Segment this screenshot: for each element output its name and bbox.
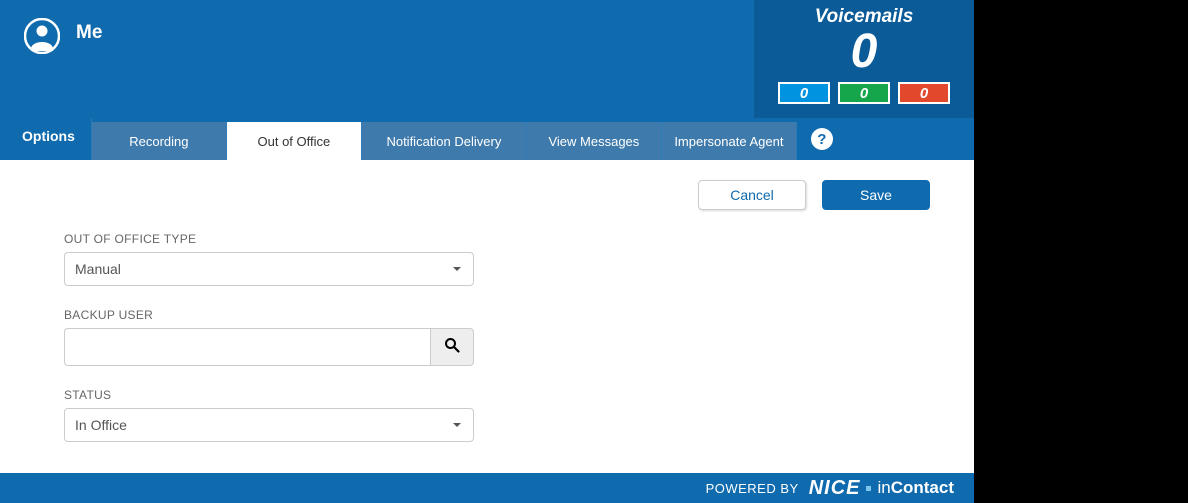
search-icon [444, 337, 460, 358]
brand-separator-icon [866, 486, 871, 491]
save-button[interactable]: Save [822, 180, 930, 210]
tab-recording[interactable]: Recording [92, 122, 227, 160]
voicemail-badge-green[interactable]: 0 [838, 82, 890, 104]
options-label: Options [22, 118, 75, 144]
voicemails-panel: Voicemails 0 0 0 0 [754, 0, 974, 118]
status-select[interactable]: In Office [64, 408, 474, 442]
backup-user-search-button[interactable] [430, 328, 474, 366]
cancel-button[interactable]: Cancel [698, 180, 806, 210]
ooo-type-label: OUT OF OFFICE TYPE [64, 232, 930, 246]
tab-out-of-office[interactable]: Out of Office [227, 122, 362, 160]
brand-nice: NICE [809, 477, 861, 500]
powered-by-label: POWERED BY [706, 481, 799, 496]
options-tabbar: Options Recording Out of Office Notifica… [0, 118, 974, 160]
voicemails-count: 0 [754, 28, 974, 76]
tab-impersonate-agent[interactable]: Impersonate Agent [662, 122, 797, 160]
tab-notification-delivery[interactable]: Notification Delivery [362, 122, 527, 160]
ooo-type-select[interactable]: Manual [64, 252, 474, 286]
help-icon[interactable]: ? [811, 128, 833, 150]
brand-logo: NICE inContact [809, 477, 954, 500]
status-label: STATUS [64, 388, 930, 402]
brand-in: in [877, 478, 890, 497]
app-header: Me Voicemails 0 0 0 0 [0, 0, 974, 118]
user-avatar-icon [24, 18, 60, 54]
footer: POWERED BY NICE inContact [0, 473, 974, 503]
voicemail-badge-red[interactable]: 0 [898, 82, 950, 104]
page-title: Me [76, 18, 102, 48]
voicemail-badge-blue[interactable]: 0 [778, 82, 830, 104]
backup-user-label: BACKUP USER [64, 308, 930, 322]
brand-contact: Contact [891, 478, 954, 497]
backup-user-input[interactable] [64, 328, 430, 366]
tab-view-messages[interactable]: View Messages [527, 122, 662, 160]
content-area: Cancel Save OUT OF OFFICE TYPE Manual BA… [0, 160, 974, 473]
